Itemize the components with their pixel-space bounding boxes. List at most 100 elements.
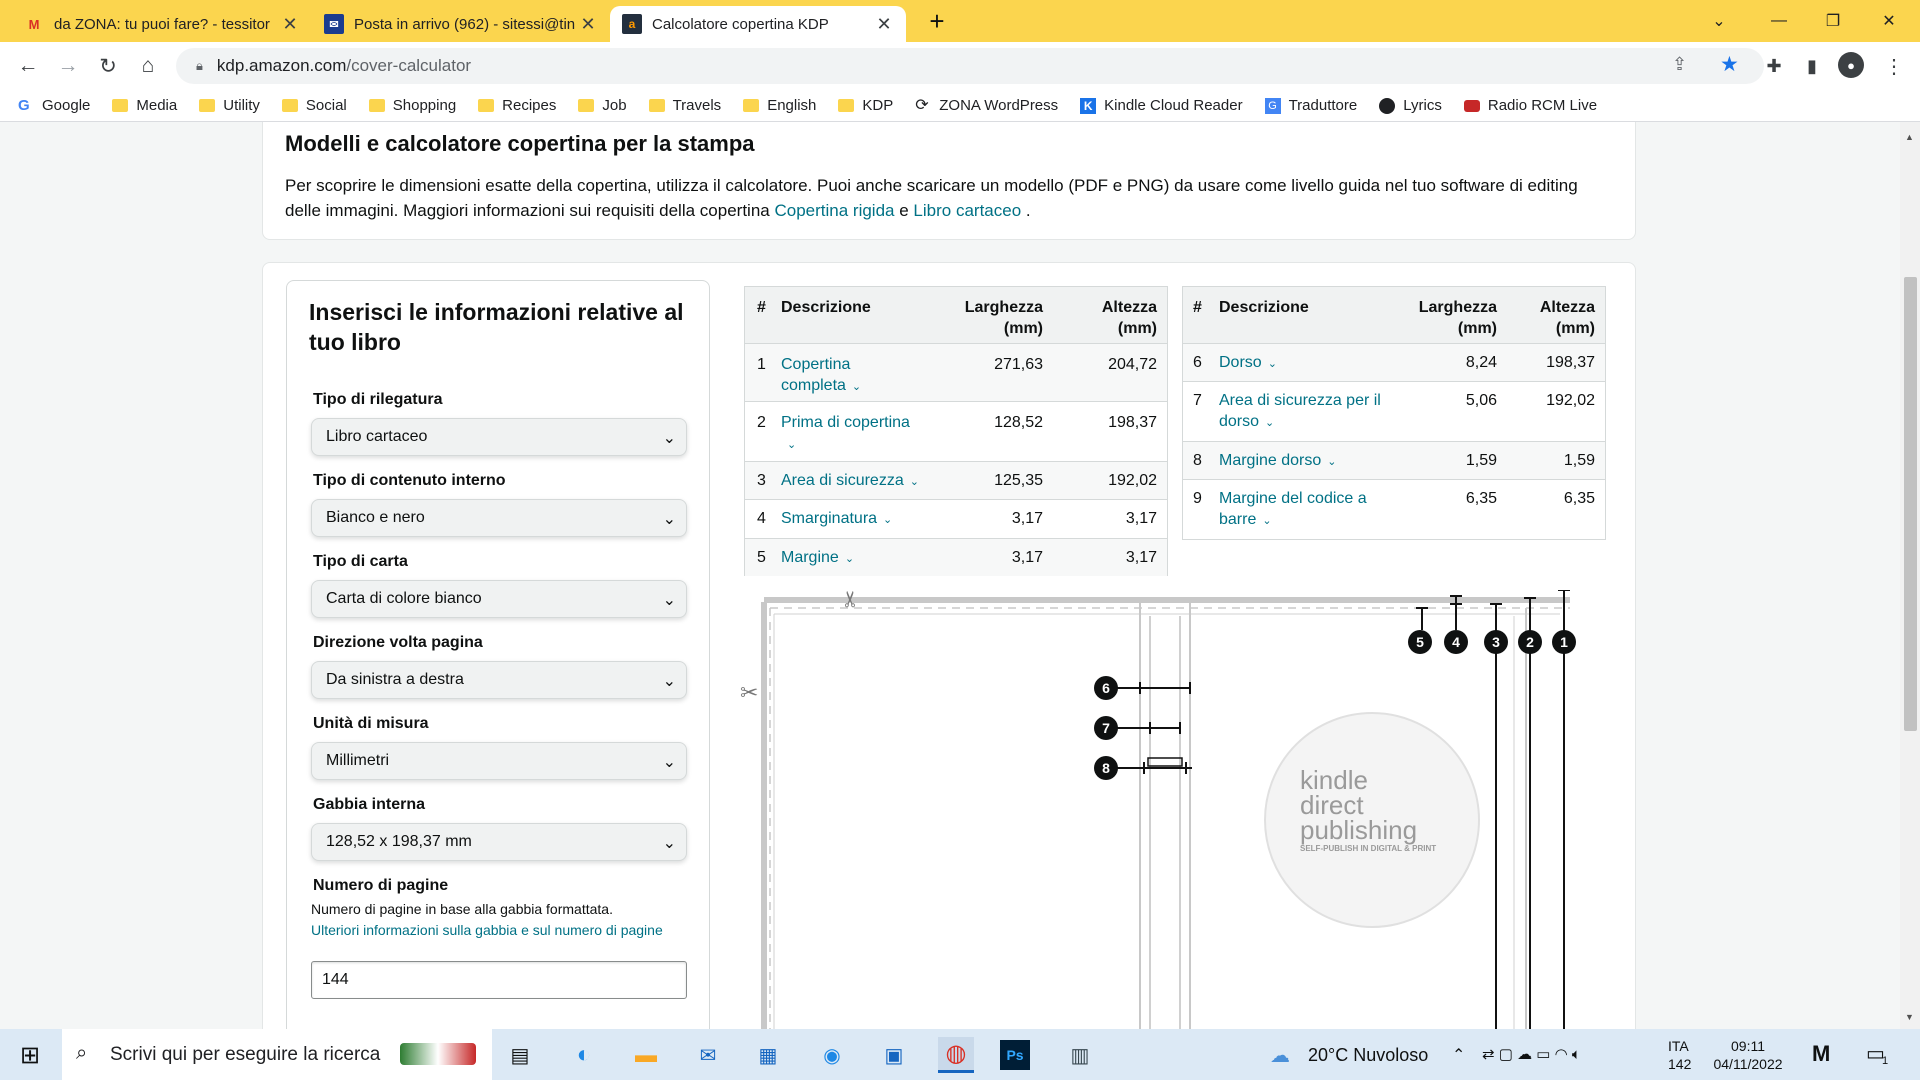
chevron-down-icon: ⌄ xyxy=(851,381,862,393)
row-desc-link[interactable]: Copertina completa ⌄ xyxy=(781,354,891,398)
home-icon[interactable]: ⌂ xyxy=(134,52,162,80)
file-explorer-icon[interactable]: ▬ xyxy=(628,1037,664,1073)
link-libro-cartaceo[interactable]: Libro cartaceo xyxy=(913,201,1021,220)
bookmark-lyrics[interactable]: Lyrics xyxy=(1379,97,1442,114)
address-bar[interactable]: 🔒︎ kdp.amazon.com/cover-calculator ⇪ ★ xyxy=(176,48,1764,84)
bookmark-kdp[interactable]: KDP xyxy=(838,97,893,114)
row-desc-link[interactable]: Margine del codice a barre ⌄ xyxy=(1219,488,1389,532)
marker-7-badge: 7 xyxy=(1094,716,1118,740)
lang-code: ITA xyxy=(1668,1038,1689,1054)
restore-icon[interactable]: ❐ xyxy=(1810,0,1856,42)
mail-icon[interactable]: ✉ xyxy=(690,1037,726,1073)
row-num: 5 xyxy=(757,549,766,566)
tab-title: da ZONA: tu puoi fare? - tessitor xyxy=(54,15,270,33)
forward-icon[interactable]: → xyxy=(54,52,82,80)
row-height: 6,35 xyxy=(1563,490,1595,507)
bookmark-radio-rcm-live[interactable]: Radio RCM Live xyxy=(1463,97,1597,114)
scroll-up-icon[interactable]: ▲ xyxy=(1905,132,1914,142)
bookmark-recipes[interactable]: Recipes xyxy=(478,97,556,114)
chat-icon[interactable]: ◉ xyxy=(814,1037,850,1073)
language-indicator[interactable]: ITA 142 xyxy=(1668,1037,1691,1073)
page-scrollbar[interactable]: ▲ ▼ xyxy=(1900,122,1920,1029)
intro-text: Per scoprire le dimensioni esatte della … xyxy=(285,173,1615,223)
tray-chevron-icon[interactable]: ⌃ xyxy=(1452,1045,1465,1065)
row-width: 8,24 xyxy=(1465,354,1497,371)
bookmark-google[interactable]: G Google xyxy=(18,97,90,114)
bookmark-shopping[interactable]: Shopping xyxy=(368,97,456,114)
row-height: 1,59 xyxy=(1563,452,1595,469)
row-num: 4 xyxy=(757,510,766,527)
scissors-icon: ✂ xyxy=(838,589,864,609)
bookmark-zona-wordpress[interactable]: ⟳ ZONA WordPress xyxy=(915,97,1058,114)
bookmark-media[interactable]: Media xyxy=(112,97,177,114)
chevron-down-icon: ⌄ xyxy=(787,439,797,451)
row-desc-link[interactable]: Margine dorso ⌄ xyxy=(1219,450,1337,473)
reload-icon[interactable]: ↻ xyxy=(94,52,122,80)
share-icon[interactable]: ⇪ xyxy=(1672,54,1687,75)
scroll-down-icon[interactable]: ▼ xyxy=(1905,1012,1914,1022)
app-tray-icon[interactable]: M xyxy=(1812,1041,1830,1067)
photoshop-icon[interactable]: Ps xyxy=(1000,1040,1030,1070)
link-copertina-rigida[interactable]: Copertina rigida xyxy=(774,201,894,220)
bookmark-label: Utility xyxy=(223,97,260,114)
edge-icon[interactable]: ◐ xyxy=(566,1037,602,1073)
window-close-icon[interactable]: ✕ xyxy=(1866,0,1912,42)
extensions-icon[interactable]: ✚ xyxy=(1760,52,1788,80)
close-icon[interactable]: ✕ xyxy=(578,14,598,35)
tab-kdp[interactable]: a Calcolatore copertina KDP ✕ xyxy=(610,6,906,42)
binding-type-select[interactable]: Libro cartaceo ⌄ xyxy=(311,418,687,456)
minimize-icon[interactable]: — xyxy=(1756,0,1802,42)
col-height: Altezza (mm) xyxy=(1101,299,1157,337)
menu-icon[interactable]: ⋮ xyxy=(1880,52,1908,80)
tab-search-icon[interactable]: ⌄ xyxy=(1696,0,1742,42)
row-desc-link[interactable]: Dorso ⌄ xyxy=(1219,352,1277,375)
app-icon[interactable]: ▣ xyxy=(876,1037,912,1073)
taskbar-search[interactable]: ⌕ Scrivi qui per eseguire la ricerca xyxy=(62,1029,492,1080)
row-desc-link[interactable]: Margine ⌄ xyxy=(781,547,854,570)
close-icon[interactable]: ✕ xyxy=(280,14,300,35)
row-desc-link[interactable]: Area di sicurezza per il dorso ⌄ xyxy=(1219,390,1389,434)
globe-icon xyxy=(1379,97,1396,114)
avatar[interactable]: ● xyxy=(1838,52,1864,78)
paper-type-select[interactable]: Carta di colore bianco ⌄ xyxy=(311,580,687,618)
bookmark-traduttore[interactable]: G Traduttore xyxy=(1264,97,1357,114)
scrollbar-thumb[interactable] xyxy=(1904,277,1917,731)
pages-info-link[interactable]: Ulteriori informazioni sulla gabbia e su… xyxy=(311,921,671,940)
notepad-icon[interactable]: ▥ xyxy=(1062,1037,1098,1073)
row-num: 3 xyxy=(757,472,766,489)
bookmark-utility[interactable]: Utility xyxy=(199,97,260,114)
weather-text[interactable]: 20°C Nuvoloso xyxy=(1308,1045,1428,1066)
tab-mail[interactable]: ✉ Posta in arrivo (962) - sitessi@tin ✕ xyxy=(312,6,610,42)
bookmark-english[interactable]: English xyxy=(743,97,816,114)
tray-icons[interactable]: ⇄ ▢ ☁ ▭ ◠ 🔈︎ xyxy=(1482,1045,1581,1063)
page-title: Modelli e calcolatore copertina per la s… xyxy=(285,131,755,156)
tab-gmail[interactable]: M da ZONA: tu puoi fare? - tessitor ✕ xyxy=(12,6,312,42)
interior-type-select[interactable]: Bianco e nero ⌄ xyxy=(311,499,687,537)
row-desc-link[interactable]: Smarginatura ⌄ xyxy=(781,508,892,531)
page-count-input[interactable]: 144 xyxy=(311,961,687,999)
side-panel-icon[interactable]: ▮ xyxy=(1798,52,1826,80)
trim-size-select[interactable]: 128,52 x 198,37 mm ⌄ xyxy=(311,823,687,861)
marker-6-badge: 6 xyxy=(1094,676,1118,700)
wordpress-icon: ⟳ xyxy=(915,96,929,114)
bookmark-star-icon[interactable]: ★ xyxy=(1720,52,1739,77)
bookmark-kindle-cloud-reader[interactable]: K Kindle Cloud Reader xyxy=(1080,97,1243,114)
windows-start-icon[interactable]: ⊞ xyxy=(12,1037,48,1073)
chrome-icon[interactable]: ◍ xyxy=(938,1037,974,1073)
clock[interactable]: 09:11 04/11/2022 xyxy=(1708,1037,1788,1073)
chevron-down-icon: ⌄ xyxy=(662,430,676,447)
close-icon[interactable]: ✕ xyxy=(874,14,894,35)
bookmark-job[interactable]: Job xyxy=(578,97,627,114)
page-turn-select[interactable]: Da sinistra a destra ⌄ xyxy=(311,661,687,699)
task-view-icon[interactable]: ▤ xyxy=(502,1037,538,1073)
new-tab-button[interactable]: + xyxy=(922,6,952,36)
store-icon[interactable]: ▦ xyxy=(750,1037,786,1073)
back-icon[interactable]: ← xyxy=(14,52,42,80)
search-placeholder: Scrivi qui per eseguire la ricerca xyxy=(110,1043,381,1065)
row-desc-link[interactable]: Prima di copertina ⌄ xyxy=(781,412,931,456)
bookmark-travels[interactable]: Travels xyxy=(648,97,721,114)
unit-select[interactable]: Millimetri ⌄ xyxy=(311,742,687,780)
kdp-logo: kindle direct publishing SELF-PUBLISH IN… xyxy=(1300,767,1470,855)
bookmark-social[interactable]: Social xyxy=(281,97,347,114)
row-desc-link[interactable]: Area di sicurezza ⌄ xyxy=(781,470,919,493)
